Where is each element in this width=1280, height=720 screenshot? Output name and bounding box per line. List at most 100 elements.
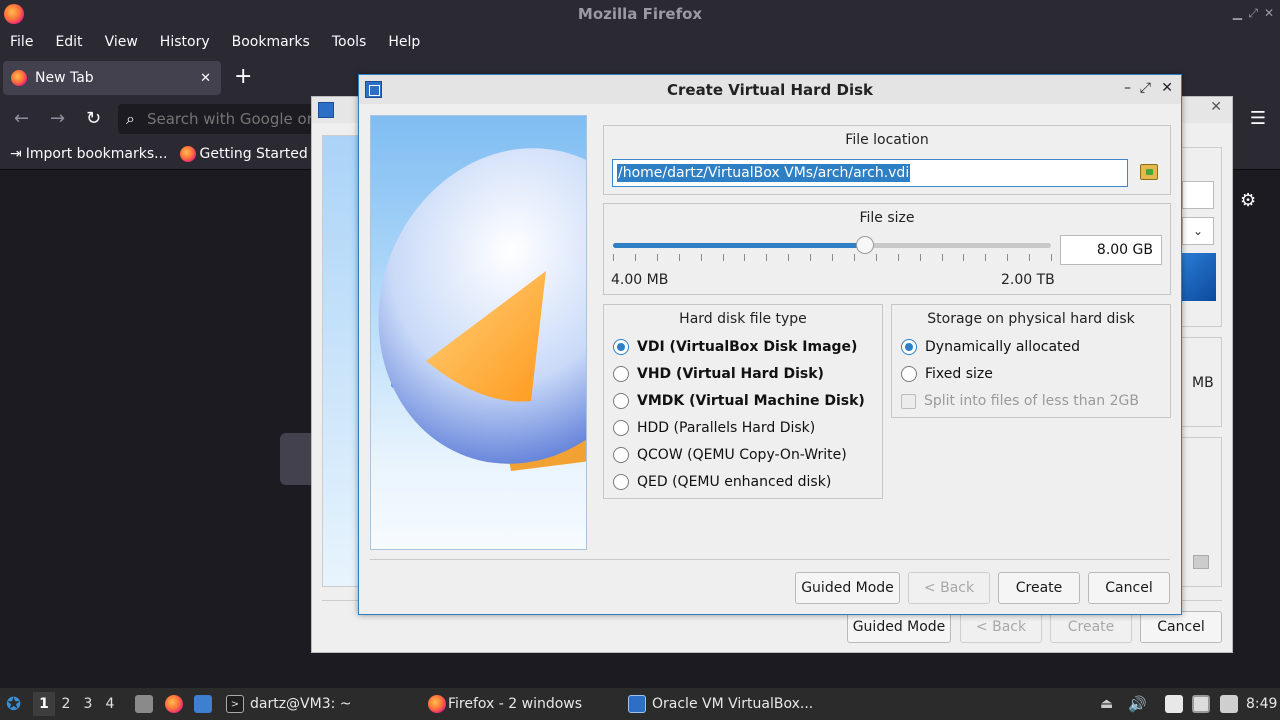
create-button[interactable]: Create xyxy=(998,572,1080,604)
maximize-icon[interactable]: ⤢ xyxy=(1248,6,1258,21)
slider-tick xyxy=(853,254,855,261)
workspace-4[interactable]: 4 xyxy=(99,692,121,716)
radio-button[interactable] xyxy=(613,420,629,436)
bg-dropdown[interactable]: ⌄ xyxy=(1182,217,1214,245)
virtualbox-icon xyxy=(365,81,382,98)
radio-label: QED (QEMU enhanced disk) xyxy=(637,474,832,490)
size-slider-track[interactable] xyxy=(613,243,1051,248)
menu-history[interactable]: History xyxy=(160,34,210,50)
tab-new-tab[interactable]: New Tab ✕ xyxy=(3,61,221,95)
radio-vhd[interactable]: VHD (Virtual Hard Disk) xyxy=(613,366,824,382)
slider-tick xyxy=(656,254,658,261)
storage-group: Storage on physical hard disk Dynamicall… xyxy=(891,304,1171,418)
radio-button[interactable] xyxy=(613,447,629,463)
search-icon: ⌕ xyxy=(126,109,135,128)
launcher-firefox[interactable] xyxy=(165,688,189,720)
maximize-icon[interactable]: ⤢ xyxy=(1140,80,1151,96)
guided-mode-button[interactable]: Guided Mode xyxy=(795,572,900,604)
file-path-value: /home/dartz/VirtualBox VMs/arch/arch.vdi xyxy=(617,164,911,182)
minimize-icon[interactable]: – xyxy=(1124,80,1131,96)
bookmark-import[interactable]: ⇥ Import bookmarks... xyxy=(10,146,168,162)
back-button[interactable]: < Back xyxy=(908,572,990,604)
slider-tick xyxy=(1051,254,1052,261)
radio-fixed-size[interactable]: Fixed size xyxy=(901,366,993,382)
slider-tick xyxy=(832,254,833,261)
slider-tick xyxy=(700,254,702,261)
size-slider-handle[interactable] xyxy=(855,236,874,254)
bg-text-field[interactable] xyxy=(1182,181,1214,209)
choose-folder-icon[interactable] xyxy=(1140,164,1158,180)
radio-button[interactable] xyxy=(613,366,629,382)
close-tab-icon[interactable]: ✕ xyxy=(200,71,211,86)
task-virtualbox[interactable]: Oracle VM VirtualBox... xyxy=(628,688,813,720)
menu-hamburger-icon[interactable]: ☰ xyxy=(1250,108,1266,129)
back-arrow-icon[interactable]: ← xyxy=(14,108,29,129)
file-type-group: Hard disk file type VDI (VirtualBox Disk… xyxy=(603,304,883,499)
forward-arrow-icon[interactable]: → xyxy=(50,108,65,129)
launcher-files[interactable] xyxy=(135,688,159,720)
workspace-2[interactable]: 2 xyxy=(55,692,77,716)
workspace-1[interactable]: 1 xyxy=(33,692,55,716)
close-icon[interactable]: ✕ xyxy=(1264,6,1274,20)
reload-icon[interactable]: ↻ xyxy=(86,108,101,129)
bg-guided-mode-button[interactable]: Guided Mode xyxy=(847,611,951,643)
menu-view[interactable]: View xyxy=(105,34,138,50)
slider-tick xyxy=(634,254,636,261)
bg-back-button[interactable]: < Back xyxy=(960,611,1042,643)
radio-vdi[interactable]: VDI (VirtualBox Disk Image) xyxy=(613,339,857,355)
minimize-icon[interactable]: ▁ xyxy=(1233,6,1242,20)
radio-label: VMDK (Virtual Machine Disk) xyxy=(637,393,865,409)
radio-qcow[interactable]: QCOW (QEMU Copy-On-Write) xyxy=(613,447,847,463)
radio-button[interactable] xyxy=(613,339,629,355)
radio-qed[interactable]: QED (QEMU enhanced disk) xyxy=(613,474,831,490)
size-slider-fill xyxy=(613,243,865,248)
task-terminal[interactable]: > dartz@VM3: ~ xyxy=(226,688,352,720)
slider-tick xyxy=(810,254,812,261)
file-path-input[interactable]: /home/dartz/VirtualBox VMs/arch/arch.vdi xyxy=(612,159,1128,187)
menu-help[interactable]: Help xyxy=(388,34,420,50)
file-location-group: File location /home/dartz/VirtualBox VMs… xyxy=(603,125,1171,195)
taskbar: ✪ 1 2 3 4 > dartz@VM3: ~ Firefox - 2 win… xyxy=(0,688,1280,720)
cancel-button[interactable]: Cancel xyxy=(1088,572,1170,604)
os-logo-icon: ✪ xyxy=(6,693,22,715)
bookmark-getting-started[interactable]: Getting Started xyxy=(179,145,308,162)
radio-dynamically-allocated[interactable]: Dynamically allocated xyxy=(901,339,1080,355)
terminal-icon: > xyxy=(226,695,244,713)
split-files-label: Split into files of less than 2GB xyxy=(924,393,1139,409)
radio-button[interactable] xyxy=(901,339,917,355)
task-firefox[interactable]: Firefox - 2 windows xyxy=(428,688,582,720)
menu-edit[interactable]: Edit xyxy=(55,34,82,50)
radio-vmdk[interactable]: VMDK (Virtual Machine Disk) xyxy=(613,393,865,409)
tray-clipboard[interactable] xyxy=(1165,688,1189,720)
new-tab-plus-icon[interactable]: + xyxy=(234,66,252,88)
file-size-title: File size xyxy=(859,210,915,226)
menu-file[interactable]: File xyxy=(10,34,33,50)
bg-close-icon[interactable]: ✕ xyxy=(1210,99,1222,115)
launcher-desktop[interactable] xyxy=(194,688,218,720)
split-files-checkbox[interactable] xyxy=(901,393,916,409)
bg-cancel-button[interactable]: Cancel xyxy=(1140,611,1222,643)
bg-create-button[interactable]: Create xyxy=(1050,611,1132,643)
size-input[interactable] xyxy=(1060,235,1162,265)
clock[interactable]: 8:49 xyxy=(1246,688,1277,720)
radio-button[interactable] xyxy=(613,393,629,409)
start-menu-icon[interactable]: ✪ xyxy=(6,688,21,720)
volume-icon: 🔊 xyxy=(1128,695,1147,713)
storage-title: Storage on physical hard disk xyxy=(927,311,1135,327)
menu-bookmarks[interactable]: Bookmarks xyxy=(232,34,310,50)
radio-button[interactable] xyxy=(901,366,917,382)
tray-eject[interactable]: ⏏ xyxy=(1100,688,1113,720)
dialog-titlebar: Create Virtual Hard Disk – ⤢ ✕ xyxy=(359,75,1181,104)
tray-network[interactable] xyxy=(1220,688,1244,720)
radio-button[interactable] xyxy=(613,474,629,490)
settings-gear-icon[interactable]: ⚙ xyxy=(1240,190,1256,211)
close-icon[interactable]: ✕ xyxy=(1161,80,1173,96)
bg-folder-icon[interactable] xyxy=(1193,555,1209,569)
split-files-checkbox-row[interactable]: Split into files of less than 2GB xyxy=(901,393,1139,409)
firefox-bookmark-icon xyxy=(179,145,196,162)
radio-hdd[interactable]: HDD (Parallels Hard Disk) xyxy=(613,420,815,436)
tray-display[interactable] xyxy=(1192,688,1216,720)
menu-tools[interactable]: Tools xyxy=(332,34,367,50)
workspace-3[interactable]: 3 xyxy=(77,692,99,716)
tray-volume[interactable]: 🔊 xyxy=(1128,688,1147,720)
